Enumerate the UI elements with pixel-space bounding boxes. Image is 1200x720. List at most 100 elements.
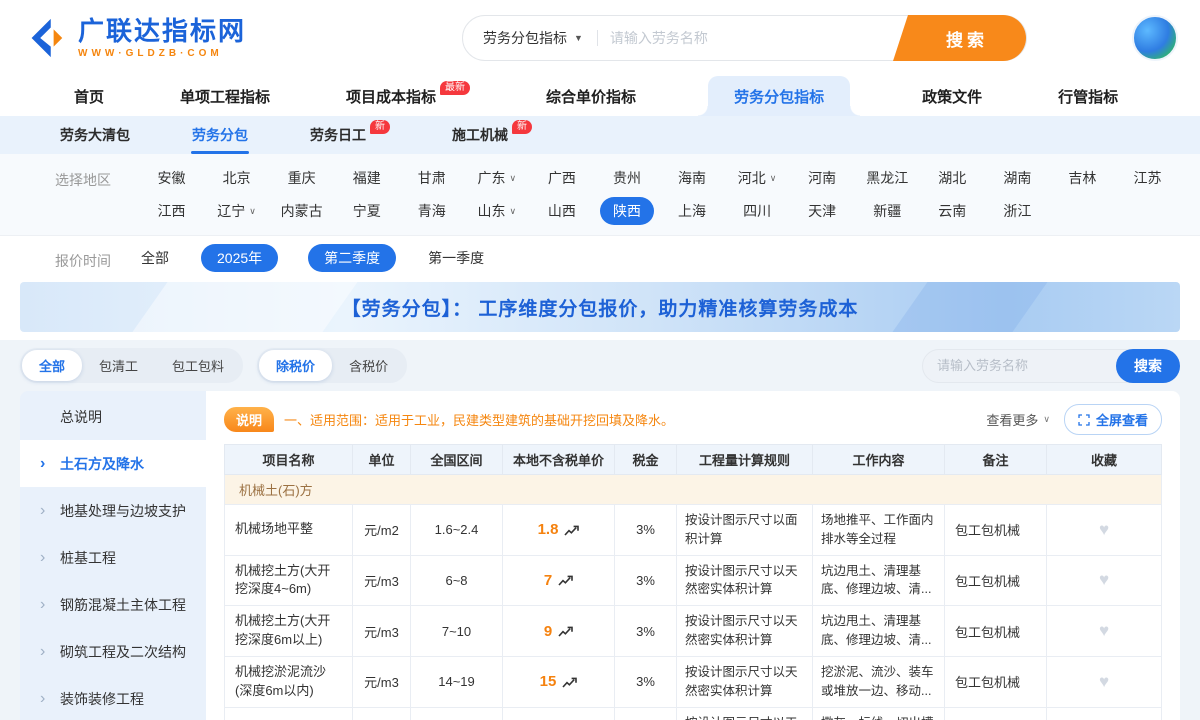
main-nav-item[interactable]: 劳务分包指标 bbox=[708, 76, 850, 116]
tax-mode-tab[interactable]: 含税价 bbox=[332, 350, 405, 381]
main-nav-label: 综合单价指标 bbox=[546, 86, 636, 107]
tax-cell: 3% bbox=[615, 555, 677, 606]
region-item[interactable]: 广西 bbox=[546, 164, 578, 192]
region-item[interactable]: 河南 bbox=[806, 164, 838, 192]
favorite-icon[interactable]: ♥ bbox=[1099, 672, 1109, 691]
region-item[interactable]: 新疆 bbox=[871, 197, 903, 225]
region-item-label: 宁夏 bbox=[353, 201, 381, 221]
region-item[interactable]: 辽宁∨ bbox=[215, 197, 258, 225]
region-item[interactable]: 山东 ∨ bbox=[476, 197, 519, 225]
main-nav-item[interactable]: 政策文件 bbox=[918, 76, 986, 116]
top-header: 广联达指标网 WWW·GLDZB·COM 劳务分包指标 ▼ 搜索 bbox=[0, 0, 1200, 76]
region-item-label: 海南 bbox=[678, 168, 706, 188]
table-row: 机械挖土方(大开挖深度4~6m)元/m36~873%按设计图示尺寸以天然密实体积… bbox=[225, 555, 1162, 606]
column-header[interactable]: 工作内容 bbox=[813, 445, 945, 475]
main-nav-item[interactable]: 项目成本指标最新 bbox=[342, 76, 474, 116]
time-filter-row: 报价时间 全部2025年第二季度第一季度 bbox=[0, 236, 1200, 280]
region-item[interactable]: 北京 bbox=[221, 164, 253, 192]
column-header[interactable]: 税金 bbox=[615, 445, 677, 475]
region-item[interactable]: 甘肃 bbox=[416, 164, 448, 192]
work-content-cell: 坑边甩土、清理基底、修理边坡、清... bbox=[813, 555, 945, 606]
tax-mode-tab[interactable]: 除税价 bbox=[259, 350, 332, 381]
sub-nav-item[interactable]: 施工机械新 bbox=[452, 116, 532, 154]
favorite-cell: ♥ bbox=[1047, 505, 1162, 556]
region-item[interactable]: 河北∨ bbox=[736, 164, 779, 192]
region-item-label: 山东 bbox=[478, 201, 506, 221]
contract-type-tab[interactable]: 全部 bbox=[22, 350, 82, 381]
column-header[interactable]: 项目名称 bbox=[225, 445, 353, 475]
table-search-input[interactable] bbox=[937, 358, 1116, 373]
region-item[interactable]: 宁夏 bbox=[351, 197, 383, 225]
region-item[interactable]: 四川 bbox=[741, 197, 773, 225]
region-item[interactable]: 贵州 bbox=[611, 164, 643, 192]
column-header[interactable]: 全国区间 bbox=[411, 445, 503, 475]
column-header[interactable]: 单位 bbox=[353, 445, 411, 475]
favorite-icon[interactable]: ♥ bbox=[1099, 520, 1109, 539]
region-item[interactable]: 云南 bbox=[936, 197, 968, 225]
region-item[interactable]: 湖南 bbox=[1001, 164, 1033, 192]
region-item[interactable]: 海南 bbox=[676, 164, 708, 192]
sidebar-item[interactable]: ›土石方及降水 bbox=[20, 440, 206, 487]
sidebar-item[interactable]: ›装饰装修工程 bbox=[20, 675, 206, 720]
main-nav-item[interactable]: 单项工程指标 bbox=[176, 76, 274, 116]
contract-type-tab[interactable]: 包清工 bbox=[82, 350, 155, 381]
sidebar-item[interactable]: 总说明 bbox=[20, 393, 206, 440]
region-item[interactable]: 天津 bbox=[806, 197, 838, 225]
region-item[interactable]: 内蒙古 bbox=[279, 197, 325, 225]
region-item[interactable]: 浙江 bbox=[1001, 197, 1033, 225]
region-item[interactable]: 上海 bbox=[676, 197, 708, 225]
favorite-icon[interactable]: ♥ bbox=[1099, 621, 1109, 640]
contract-type-tab[interactable]: 包工包料 bbox=[155, 350, 241, 381]
region-item[interactable]: 江苏 bbox=[1131, 164, 1163, 192]
sub-nav-item[interactable]: 劳务分包 bbox=[192, 116, 248, 154]
column-header[interactable]: 收藏 bbox=[1047, 445, 1162, 475]
region-item[interactable]: 黑龙江 bbox=[864, 164, 910, 192]
site-logo[interactable]: 广联达指标网 WWW·GLDZB·COM bbox=[22, 15, 342, 61]
region-item-label: 浙江 bbox=[1003, 201, 1031, 221]
local-price-cell: 15 bbox=[503, 656, 615, 707]
time-filter-item[interactable]: 第二季度 bbox=[308, 244, 396, 272]
column-header[interactable]: 本地不含税单价 bbox=[503, 445, 615, 475]
region-item[interactable]: 江西 bbox=[156, 197, 188, 225]
column-header[interactable]: 备注 bbox=[945, 445, 1047, 475]
column-header[interactable]: 工程量计算规则 bbox=[677, 445, 813, 475]
region-item-label: 天津 bbox=[808, 201, 836, 221]
sidebar-item[interactable]: ›砌筑工程及二次结构 bbox=[20, 628, 206, 675]
sidebar-item[interactable]: ›地基处理与边坡支护 bbox=[20, 487, 206, 534]
main-nav-item[interactable]: 行管指标 bbox=[1054, 76, 1122, 116]
local-price-cell: 7 bbox=[503, 555, 615, 606]
region-item[interactable]: 青海 bbox=[416, 197, 448, 225]
global-search-input[interactable] bbox=[598, 30, 908, 46]
region-item[interactable]: 福建 bbox=[351, 164, 383, 192]
tax-cell: 3% bbox=[615, 656, 677, 707]
sub-nav-item[interactable]: 劳务日工新 bbox=[310, 116, 390, 154]
global-search-button[interactable]: 搜索 bbox=[908, 15, 1026, 61]
view-more-link[interactable]: 查看更多 ∨ bbox=[986, 410, 1050, 429]
region-item[interactable]: 湖北 bbox=[936, 164, 968, 192]
favorite-icon[interactable]: ♥ bbox=[1099, 570, 1109, 589]
region-item[interactable]: 山西 bbox=[546, 197, 578, 225]
region-item[interactable]: 吉林 bbox=[1066, 164, 1098, 192]
user-avatar[interactable] bbox=[1132, 15, 1178, 61]
table-row: 机械挖土方(大开挖深度6m以上)元/m37~1093%按设计图示尺寸以天然密实体… bbox=[225, 606, 1162, 657]
time-filter-item[interactable]: 第一季度 bbox=[426, 244, 486, 272]
table-search-button[interactable]: 搜索 bbox=[1116, 349, 1180, 383]
time-filter-item[interactable]: 2025年 bbox=[201, 244, 278, 272]
note-badge: 说明 bbox=[224, 407, 274, 432]
search-category-dropdown[interactable]: 劳务分包指标 ▼ bbox=[463, 28, 597, 48]
table-search-bar: 搜索 bbox=[922, 349, 1180, 383]
sidebar-item[interactable]: ›钢筋混凝土主体工程 bbox=[20, 581, 206, 628]
region-item[interactable]: 安徽 bbox=[156, 164, 188, 192]
region-item[interactable]: 重庆 bbox=[286, 164, 318, 192]
sub-nav-item[interactable]: 劳务大清包 bbox=[60, 116, 130, 154]
main-nav-item[interactable]: 首页 bbox=[70, 76, 108, 116]
region-item[interactable]: 广东∨ bbox=[476, 164, 519, 192]
region-item-label: 甘肃 bbox=[418, 168, 446, 188]
chevron-down-icon: ∨ bbox=[510, 206, 517, 217]
global-search-bar: 劳务分包指标 ▼ 搜索 bbox=[462, 15, 1027, 61]
sidebar-item[interactable]: ›桩基工程 bbox=[20, 534, 206, 581]
main-nav-item[interactable]: 综合单价指标 bbox=[542, 76, 640, 116]
time-filter-item[interactable]: 全部 bbox=[139, 244, 171, 272]
fullscreen-button[interactable]: 全屏查看 bbox=[1064, 404, 1162, 435]
region-item[interactable]: 陕西 bbox=[600, 197, 654, 225]
